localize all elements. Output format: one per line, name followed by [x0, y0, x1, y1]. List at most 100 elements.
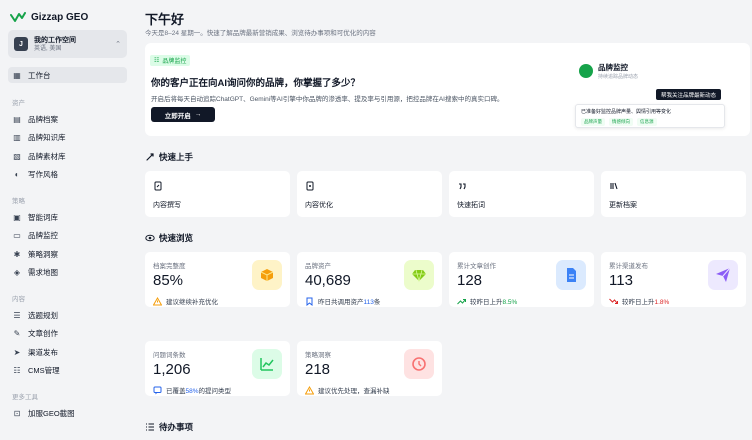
app-name: Gizzap GEO	[31, 11, 89, 23]
sidebar-item-1-0[interactable]: ▣ 智能词库	[8, 209, 127, 225]
sidebar-item-0-1[interactable]: ▥ 品牌知识库	[8, 130, 127, 146]
quick-start-heading: 快速上手	[145, 151, 193, 163]
cube-icon	[252, 260, 282, 290]
eye-icon	[145, 234, 155, 242]
arrow-right-icon: →	[194, 111, 202, 118]
quick-card-2[interactable]: 快速拓词	[449, 171, 594, 217]
mock-chip: 品牌声量	[581, 118, 605, 126]
stat-footnote-highlight: 113	[363, 299, 374, 306]
write-icon	[154, 181, 162, 191]
sidebar-section-title: 资产	[12, 100, 25, 107]
stat-footnote-highlight: 1.8%	[654, 299, 670, 306]
document-icon	[556, 260, 586, 290]
topic-icon: ☰	[13, 310, 21, 320]
sidebar-item-2-2[interactable]: ➤ 渠道发布	[8, 344, 127, 360]
knowledge-icon: ▥	[13, 133, 21, 142]
sidebar-section-title: 内容	[12, 296, 25, 303]
sidebar-item-2-0[interactable]: ☰ 选题规划	[8, 307, 127, 323]
chevron-updown-icon: ⌃	[115, 41, 121, 48]
stat-value: 128	[457, 272, 483, 289]
mock-card-text: 已准备好监控品牌声量、舆情引用等变化	[581, 109, 672, 115]
sidebar-item-2-3[interactable]: ☷ CMS管理	[8, 363, 127, 379]
stat-footnote-text: 较昨日上升8.5%	[470, 299, 518, 306]
diamond-icon	[404, 260, 434, 290]
material-icon: ▧	[13, 151, 21, 161]
tag-icon: ☷	[154, 58, 160, 64]
history-icon	[404, 349, 434, 379]
lightbulb-icon: ✱	[13, 249, 21, 259]
mock-title: 品牌监控	[598, 63, 628, 72]
sidebar-item-label: 策略洞察	[28, 249, 58, 259]
sidebar-item-1-3[interactable]: ◈ 需求地图	[8, 265, 127, 281]
stat-card-2[interactable]: 累计文章创作 128 较昨日上升8.5%	[449, 252, 594, 307]
workspace-region: 英语, 美国	[34, 45, 62, 52]
stat-card-1[interactable]: 品牌资产 40,689 昨日共调用资产113条	[297, 252, 442, 307]
sidebar: Gizzap GEO J 我的工作空间 英语, 美国 ⌃ ▦ 工作台资产 ▤ 品牌档案…	[0, 0, 136, 440]
todo-title: 待办事项	[159, 422, 194, 432]
sidebar-item-3-0[interactable]: ⊡ 加服GEO截图	[8, 405, 127, 421]
stat-value: 113	[609, 272, 633, 289]
sidebar-item-home[interactable]: ▦ 工作台	[8, 67, 127, 83]
sidebar-item-0-0[interactable]: ▤ 品牌档案	[8, 111, 127, 127]
greeting-subtitle: 今天是8–24 星期一。快速了解品牌最新营销成果、浏览待办事项和可优化的内容	[145, 30, 376, 37]
stat-footnote-text: 昨日共调用资产113条	[318, 299, 381, 306]
trend-down-icon	[609, 297, 618, 306]
sidebar-item-label: 写作风格	[28, 170, 58, 179]
bookmark-icon	[305, 297, 314, 306]
banner-title: 你的客户正在向AI询问你的品牌，你掌握了多少？	[151, 78, 361, 89]
quick-start-title: 快速上手	[159, 152, 194, 162]
sidebar-item-2-1[interactable]: ✎ 文章创作	[8, 326, 127, 342]
optimize-icon	[306, 181, 314, 191]
sidebar-item-label: 选题规划	[28, 310, 58, 320]
rocket-icon	[146, 153, 154, 161]
quick-card-0[interactable]: 内容撰写	[145, 171, 290, 217]
map-icon: ◈	[13, 268, 21, 277]
mock-chat-bubble: 帮我关注品牌最新动态	[655, 89, 721, 100]
app-logo[interactable]: Gizzap GEO	[10, 10, 88, 24]
brand-file-icon: ▤	[13, 114, 21, 124]
chart-icon	[252, 349, 282, 379]
stat-card-5[interactable]: 策略洞察 218 建议优先处理，查漏补缺	[297, 341, 442, 396]
stat-footnote: 建议继续补充优化	[152, 296, 218, 306]
sidebar-item-label: 智能词库	[28, 212, 58, 222]
enable-monitor-label: 立即开启	[164, 112, 191, 120]
stat-footnote: 建议优先处理，查漏补缺	[304, 385, 390, 395]
warning-icon	[304, 385, 315, 395]
dashboard-icon: ▦	[13, 70, 21, 80]
sidebar-item-label: 工作台	[28, 70, 51, 80]
stat-card-4[interactable]: 问题词条数 1,206 已覆盖58%的提问类型	[145, 341, 290, 396]
sidebar-item-0-3[interactable]: ◐ 写作风格	[8, 167, 127, 183]
stat-footnote: 较昨日上升8.5%	[457, 296, 517, 306]
sidebar-item-label: 品牌档案	[28, 114, 58, 124]
stat-label: 品牌资产	[305, 263, 331, 270]
list-icon	[146, 423, 154, 431]
overview-title: 快速浏览	[159, 233, 194, 243]
sidebar-item-label: 需求地图	[28, 268, 58, 277]
stat-footnote-text: 建议继续补充优化	[166, 299, 218, 306]
enable-monitor-button[interactable]: 立即开启 →	[151, 107, 215, 122]
palette-icon: ◐	[14, 170, 20, 179]
sidebar-item-label: 文章创作	[28, 329, 58, 338]
stat-card-3[interactable]: 累计渠道发布 113 较昨日上升1.8%	[601, 252, 746, 307]
sidebar-item-1-2[interactable]: ✱ 策略洞察	[8, 246, 127, 262]
banner-tag-label: 品牌监控	[162, 59, 187, 65]
stat-footnote: 昨日共调用资产113条	[305, 296, 380, 306]
stat-card-0[interactable]: 档案完整度 85% 建议继续补充优化	[145, 252, 290, 307]
banner-description: 开启后将每天自动追踪ChatGPT、Gemini等AI引擎中你品牌的渗透率、提及…	[151, 96, 504, 103]
stat-label: 累计渠道发布	[609, 263, 648, 270]
sidebar-item-0-2[interactable]: ▧ 品牌素材库	[8, 148, 127, 164]
stat-value: 1,206	[153, 361, 191, 378]
stat-value: 40,689	[305, 272, 351, 289]
workspace-switcher[interactable]: J 我的工作空间 英语, 美国 ⌃	[8, 30, 127, 58]
workspace-name: 我的工作空间	[34, 36, 76, 44]
stat-value: 85%	[153, 272, 184, 289]
sidebar-item-label: 渠道发布	[28, 347, 58, 357]
stat-value: 218	[305, 361, 331, 378]
quick-card-3[interactable]: 更新档案	[601, 171, 746, 217]
sidebar-item-1-1[interactable]: ▭ 品牌监控	[8, 228, 127, 244]
overview-heading: 快速浏览	[145, 232, 193, 244]
stat-footnote-highlight: 8.5%	[502, 299, 518, 306]
quick-card-1[interactable]: 内容优化	[297, 171, 442, 217]
quote-icon	[459, 183, 466, 190]
stat-footnote-highlight: 58%	[185, 388, 199, 395]
